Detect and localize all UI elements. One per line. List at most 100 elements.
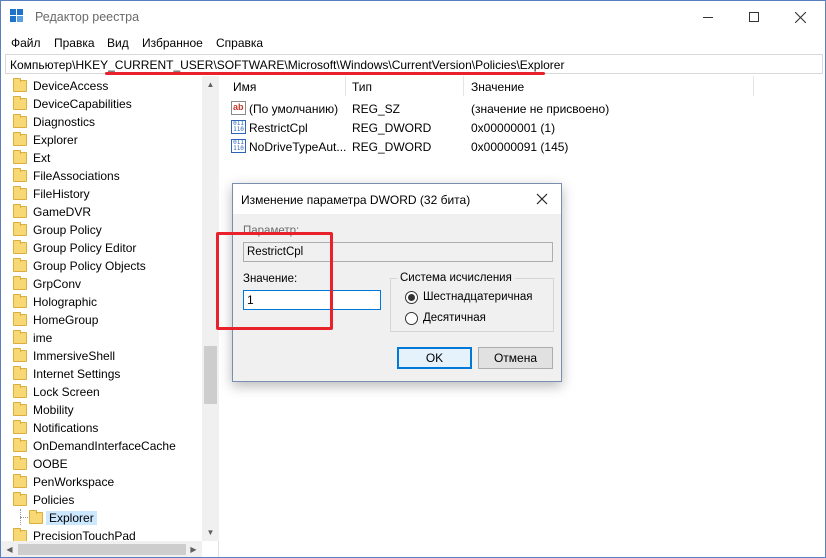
value-type: REG_DWORD	[352, 121, 432, 135]
tree-horizontal-scrollbar[interactable]: ◀ ▶	[1, 541, 202, 557]
cancel-button[interactable]: Отмена	[478, 347, 553, 369]
tree-item[interactable]: PenWorkspace	[1, 473, 201, 491]
tree-item[interactable]: ime	[1, 329, 201, 347]
title-bar: Редактор реестра	[1, 1, 825, 33]
radio-unchecked-icon[interactable]	[405, 312, 418, 325]
column-separator[interactable]	[753, 76, 754, 96]
ok-button[interactable]: OK	[397, 347, 472, 369]
tree-item-label: Explorer	[33, 133, 78, 147]
close-icon	[794, 11, 806, 23]
tree-item-label: DeviceCapabilities	[33, 97, 132, 111]
column-header-name[interactable]: Имя	[233, 80, 256, 94]
tree-item[interactable]: Group Policy	[1, 221, 201, 239]
address-bar[interactable]: Компьютер\HKEY_CURRENT_USER\SOFTWARE\Mic…	[5, 54, 823, 74]
tree-item[interactable]: Diagnostics	[1, 113, 201, 131]
tree-item-label: FileHistory	[33, 187, 90, 201]
folder-icon	[13, 132, 27, 146]
folder-icon	[13, 78, 27, 92]
scrollbar-thumb[interactable]	[204, 346, 217, 404]
tree-item[interactable]: Mobility	[1, 401, 201, 419]
tree-item-label: Group Policy Editor	[33, 241, 137, 255]
folder-icon	[13, 312, 27, 326]
tree-item[interactable]: Internet Settings	[1, 365, 201, 383]
folder-icon	[13, 438, 27, 452]
minimize-icon	[703, 16, 713, 18]
tree-item-explorer-selected[interactable]: Explorer	[1, 509, 201, 527]
value-type: REG_DWORD	[352, 140, 432, 154]
menu-favorites[interactable]: Избранное	[142, 36, 203, 50]
tree-item-label: Lock Screen	[33, 385, 100, 399]
tree-item[interactable]: Notifications	[1, 419, 201, 437]
scrollbar-thumb[interactable]	[18, 544, 186, 555]
value-name: RestrictCpl	[249, 121, 308, 135]
address-path: Компьютер\HKEY_CURRENT_USER\SOFTWARE\Mic…	[10, 58, 565, 72]
value-row[interactable]: 011 110 NoDriveTypeAut... REG_DWORD 0x000…	[225, 138, 785, 157]
tree-item[interactable]: GameDVR	[1, 203, 201, 221]
tree-item[interactable]: Group Policy Objects	[1, 257, 201, 275]
close-icon[interactable]	[535, 192, 549, 206]
value-type: REG_SZ	[352, 102, 401, 116]
binary-value-icon: 011 110	[231, 139, 246, 153]
column-separator[interactable]	[463, 76, 464, 96]
maximize-button[interactable]	[731, 1, 777, 33]
scroll-down-icon[interactable]: ▼	[202, 524, 219, 541]
tree-item[interactable]: DeviceCapabilities	[1, 95, 201, 113]
tree-item[interactable]: OOBE	[1, 455, 201, 473]
string-value-icon: ab	[231, 101, 246, 115]
folder-icon	[13, 186, 27, 200]
menu-help[interactable]: Справка	[216, 36, 263, 50]
menu-edit[interactable]: Правка	[54, 36, 95, 50]
path-highlight-underline	[105, 72, 545, 75]
tree-item[interactable]: ImmersiveShell	[1, 347, 201, 365]
tree-item[interactable]: Lock Screen	[1, 383, 201, 401]
tree-connector-line	[20, 517, 28, 518]
close-button[interactable]	[777, 1, 823, 33]
folder-icon	[13, 258, 27, 272]
tree-item[interactable]: OnDemandInterfaceCache	[1, 437, 201, 455]
folder-icon	[13, 330, 27, 344]
tree-item[interactable]: Holographic	[1, 293, 201, 311]
tree-item[interactable]: DeviceAccess	[1, 77, 201, 95]
radio-checked-icon[interactable]	[405, 291, 418, 304]
tree-item-label: OOBE	[33, 457, 68, 471]
tree-item-label: Ext	[33, 151, 51, 165]
folder-icon	[13, 204, 27, 218]
tree-item[interactable]: Ext	[1, 149, 201, 167]
folder-icon	[13, 420, 27, 434]
key-tree: DeviceAccess DeviceCapabilities Diagnost…	[1, 76, 219, 557]
tree-item-label: Notifications	[33, 421, 99, 435]
tree-item[interactable]: FileHistory	[1, 185, 201, 203]
tree-item-label: Holographic	[33, 295, 98, 309]
column-header-value[interactable]: Значение	[471, 80, 524, 94]
scroll-left-icon[interactable]: ◀	[1, 541, 18, 557]
scroll-up-icon[interactable]: ▲	[202, 76, 219, 93]
folder-icon	[13, 114, 27, 128]
folder-icon	[13, 492, 27, 506]
tree-item[interactable]: GrpConv	[1, 275, 201, 293]
value-row[interactable]: 011 110 RestrictCpl REG_DWORD 0x00000001 …	[225, 119, 785, 138]
tree-item-label: FileAssociations	[33, 169, 120, 183]
folder-icon	[13, 96, 27, 110]
menu-bar: Файл Правка Вид Избранное Справка	[1, 33, 825, 53]
folder-icon	[13, 276, 27, 290]
value-row[interactable]: ab (По умолчанию) REG_SZ (значение не пр…	[225, 100, 785, 119]
tree-item[interactable]: HomeGroup	[1, 311, 201, 329]
tree-item[interactable]: Policies	[1, 491, 201, 509]
tree-item[interactable]: Group Policy Editor	[1, 239, 201, 257]
folder-icon	[13, 294, 27, 308]
menu-view[interactable]: Вид	[107, 36, 129, 50]
tree-item-label: GrpConv	[33, 277, 82, 291]
scroll-right-icon[interactable]: ▶	[185, 541, 202, 557]
menu-file[interactable]: Файл	[11, 36, 41, 50]
value-highlight-box	[216, 232, 333, 330]
column-separator[interactable]	[345, 76, 346, 96]
tree-item[interactable]: FileAssociations	[1, 167, 201, 185]
maximize-icon	[749, 12, 759, 22]
folder-icon	[13, 168, 27, 182]
dialog-title: Изменение параметра DWORD (32 бита)	[241, 193, 471, 207]
tree-item[interactable]: Explorer	[1, 131, 201, 149]
minimize-button[interactable]	[685, 1, 731, 33]
tree-item-label: GameDVR	[33, 205, 92, 219]
folder-icon	[13, 456, 27, 470]
column-header-type[interactable]: Тип	[352, 80, 372, 94]
